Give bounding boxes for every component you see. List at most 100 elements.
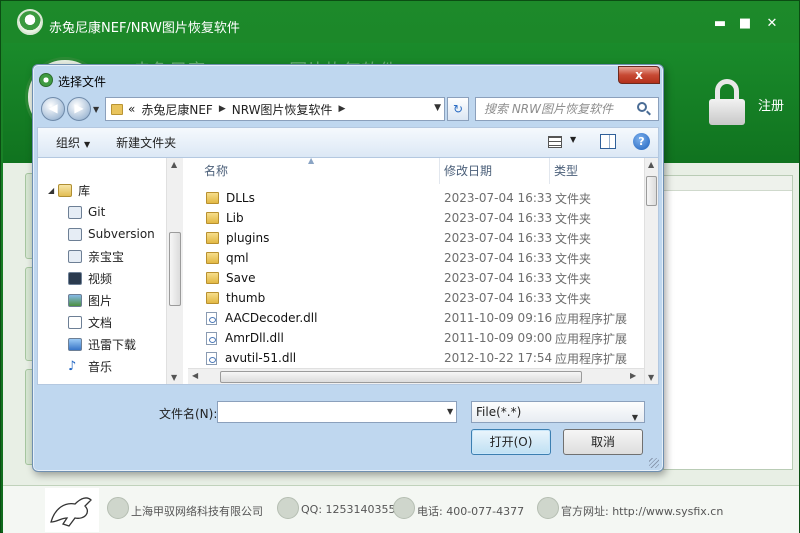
vertical-scrollbar[interactable]: ▲ ▼	[644, 158, 658, 384]
tree-item-label: 迅雷下载	[88, 337, 137, 352]
dialog-close-button[interactable]: x	[618, 66, 660, 84]
column-header-date[interactable]: 修改日期	[440, 158, 550, 184]
tree-item-thunder-download[interactable]: 迅雷下载	[68, 334, 136, 354]
file-type-filter-select[interactable]: File(*.*) ▼	[471, 401, 645, 423]
search-input[interactable]: 搜索 NRW图片恢复软件	[475, 97, 659, 121]
file-row[interactable]: DLLs 2023-07-04 16:33 文件夹	[188, 188, 644, 208]
folder-icon	[206, 272, 219, 284]
scroll-up-icon[interactable]: ▲	[171, 160, 177, 169]
tree-scroll-thumb[interactable]	[169, 232, 181, 306]
maximize-button[interactable]: ■	[736, 15, 754, 33]
file-type: 应用程序扩展	[555, 311, 628, 326]
help-icon[interactable]: ?	[633, 133, 650, 150]
folder-icon	[206, 252, 219, 264]
open-button[interactable]: 打开(O)	[471, 429, 551, 455]
filter-value: File(*.*)	[476, 405, 522, 419]
breadcrumb-separator-icon[interactable]: ▶	[219, 104, 226, 114]
breadcrumb-item-1[interactable]: 赤兔尼康NEF	[141, 101, 212, 118]
tree-item-qinbaobao[interactable]: 亲宝宝	[68, 246, 124, 266]
view-options-icon[interactable]	[548, 136, 562, 148]
file-date: 2023-07-04 16:33	[444, 211, 553, 225]
tree-item-documents[interactable]: 文档	[68, 312, 112, 332]
close-button[interactable]: ✕	[763, 15, 781, 33]
file-row[interactable]: thumb 2023-07-04 16:33 文件夹	[188, 288, 644, 308]
tree-item-label: Subversion	[88, 227, 155, 241]
address-history-dropdown-icon[interactable]: ▼	[434, 103, 441, 113]
resize-grip-icon[interactable]	[649, 458, 659, 468]
register-label[interactable]: 注册	[758, 95, 784, 114]
file-type: 文件夹	[555, 231, 592, 246]
tree-item-label: 亲宝宝	[88, 249, 125, 264]
file-name: Lib	[226, 211, 244, 225]
file-type: 应用程序扩展	[555, 331, 628, 346]
filename-label: 文件名(N):	[159, 407, 218, 421]
tree-item-music[interactable]: ♪ 音乐	[68, 356, 112, 376]
view-dropdown-icon[interactable]: ▼	[570, 135, 576, 144]
tree-item-video[interactable]: 视频	[68, 268, 112, 288]
breadcrumb-separator-icon[interactable]: ▶	[338, 104, 345, 114]
minimize-button[interactable]: ▬	[711, 15, 729, 33]
file-name: avutil-51.dll	[225, 351, 297, 365]
tree-item-label: 音乐	[88, 359, 113, 374]
horizontal-scroll-thumb[interactable]	[220, 371, 582, 383]
breadcrumb-item-2[interactable]: NRW图片恢复软件	[232, 101, 333, 118]
register-lock-icon[interactable]	[709, 79, 745, 125]
breadcrumb-overflow[interactable]: «	[128, 102, 135, 116]
folder-icon	[111, 103, 123, 115]
file-row[interactable]: AmrDll.dll 2011-10-09 09:00 应用程序扩展	[188, 328, 644, 348]
footer-company: 上海甲驭网络科技有限公司	[131, 505, 263, 518]
scroll-right-icon[interactable]: ▶	[630, 371, 636, 380]
dll-file-icon	[206, 311, 217, 325]
expand-icon[interactable]: ◢	[48, 186, 54, 195]
scroll-left-icon[interactable]: ◀	[192, 371, 198, 380]
column-header-name[interactable]: ▲ 名称	[188, 156, 440, 184]
preview-pane-icon[interactable]	[600, 134, 616, 149]
file-type: 文件夹	[555, 251, 592, 266]
dialog-toolbar: 组织 ▼ 新建文件夹 ▼ ?	[37, 127, 659, 157]
file-type: 应用程序扩展	[555, 351, 628, 366]
file-row[interactable]: Lib 2023-07-04 16:33 文件夹	[188, 208, 644, 228]
right-panel	[663, 175, 793, 470]
organize-button[interactable]: 组织 ▼	[56, 134, 90, 151]
app-footer: 上海甲驭网络科技有限公司 QQ: 1253140355 电话: 400-077-…	[3, 485, 799, 533]
tree-item-subversion[interactable]: Subversion	[68, 224, 155, 244]
company-icon	[107, 497, 129, 519]
file-type: 文件夹	[555, 271, 592, 286]
tree-item-git[interactable]: Git	[68, 202, 105, 222]
tree-item-library[interactable]: ◢ 库	[48, 180, 90, 200]
tree-item-label: 库	[78, 183, 91, 198]
recent-locations-dropdown-icon[interactable]: ▼	[93, 105, 99, 114]
vertical-scroll-thumb[interactable]	[646, 176, 657, 206]
back-button[interactable]: ◀	[41, 97, 65, 121]
footer-qq: QQ: 1253140355	[301, 503, 396, 516]
footer-website[interactable]: 官方网址: http://www.sysfix.cn	[561, 503, 723, 519]
file-date: 2023-07-04 16:33	[444, 251, 553, 265]
file-type: 文件夹	[555, 211, 592, 226]
new-folder-button[interactable]: 新建文件夹	[116, 134, 176, 151]
file-name: qml	[226, 251, 249, 265]
scroll-up-icon[interactable]: ▲	[648, 160, 654, 169]
refresh-button[interactable]: ↻	[447, 97, 469, 121]
file-row[interactable]: plugins 2023-07-04 16:33 文件夹	[188, 228, 644, 248]
cancel-button[interactable]: 取消	[563, 429, 643, 455]
scroll-down-icon[interactable]: ▼	[171, 373, 177, 382]
file-row[interactable]: AACDecoder.dll 2011-10-09 09:16 应用程序扩展	[188, 308, 644, 328]
scroll-down-icon[interactable]: ▼	[648, 373, 654, 382]
column-header-label: 名称	[204, 164, 229, 178]
search-icon[interactable]	[637, 102, 647, 112]
tree-scrollbar[interactable]: ▲ ▼	[166, 158, 183, 384]
horizontal-scrollbar[interactable]: ◀ ▶	[188, 368, 644, 384]
file-date: 2023-07-04 16:33	[444, 231, 553, 245]
column-header-type[interactable]: 类型	[550, 158, 644, 184]
filename-input[interactable]	[217, 401, 457, 423]
library-icon	[58, 183, 73, 197]
app-title: 赤兔尼康NEF/NRW图片恢复软件	[49, 21, 240, 36]
file-row[interactable]: Save 2023-07-04 16:33 文件夹	[188, 268, 644, 288]
file-row[interactable]: qml 2023-07-04 16:33 文件夹	[188, 248, 644, 268]
address-bar[interactable]: « 赤兔尼康NEF ▶ NRW图片恢复软件 ▶ ▼	[105, 97, 445, 121]
file-row[interactable]: avutil-51.dll 2012-10-22 17:54 应用程序扩展	[188, 348, 644, 368]
tree-item-pictures[interactable]: 图片	[68, 290, 112, 310]
forward-button[interactable]: ▶	[67, 97, 91, 121]
file-browser: ◢ 库 Git Subversion 亲宝宝 视频 图片 文档 迅雷下载 ♪ 音…	[37, 156, 659, 385]
dialog-titlebar[interactable]: 选择文件 x	[33, 65, 663, 93]
